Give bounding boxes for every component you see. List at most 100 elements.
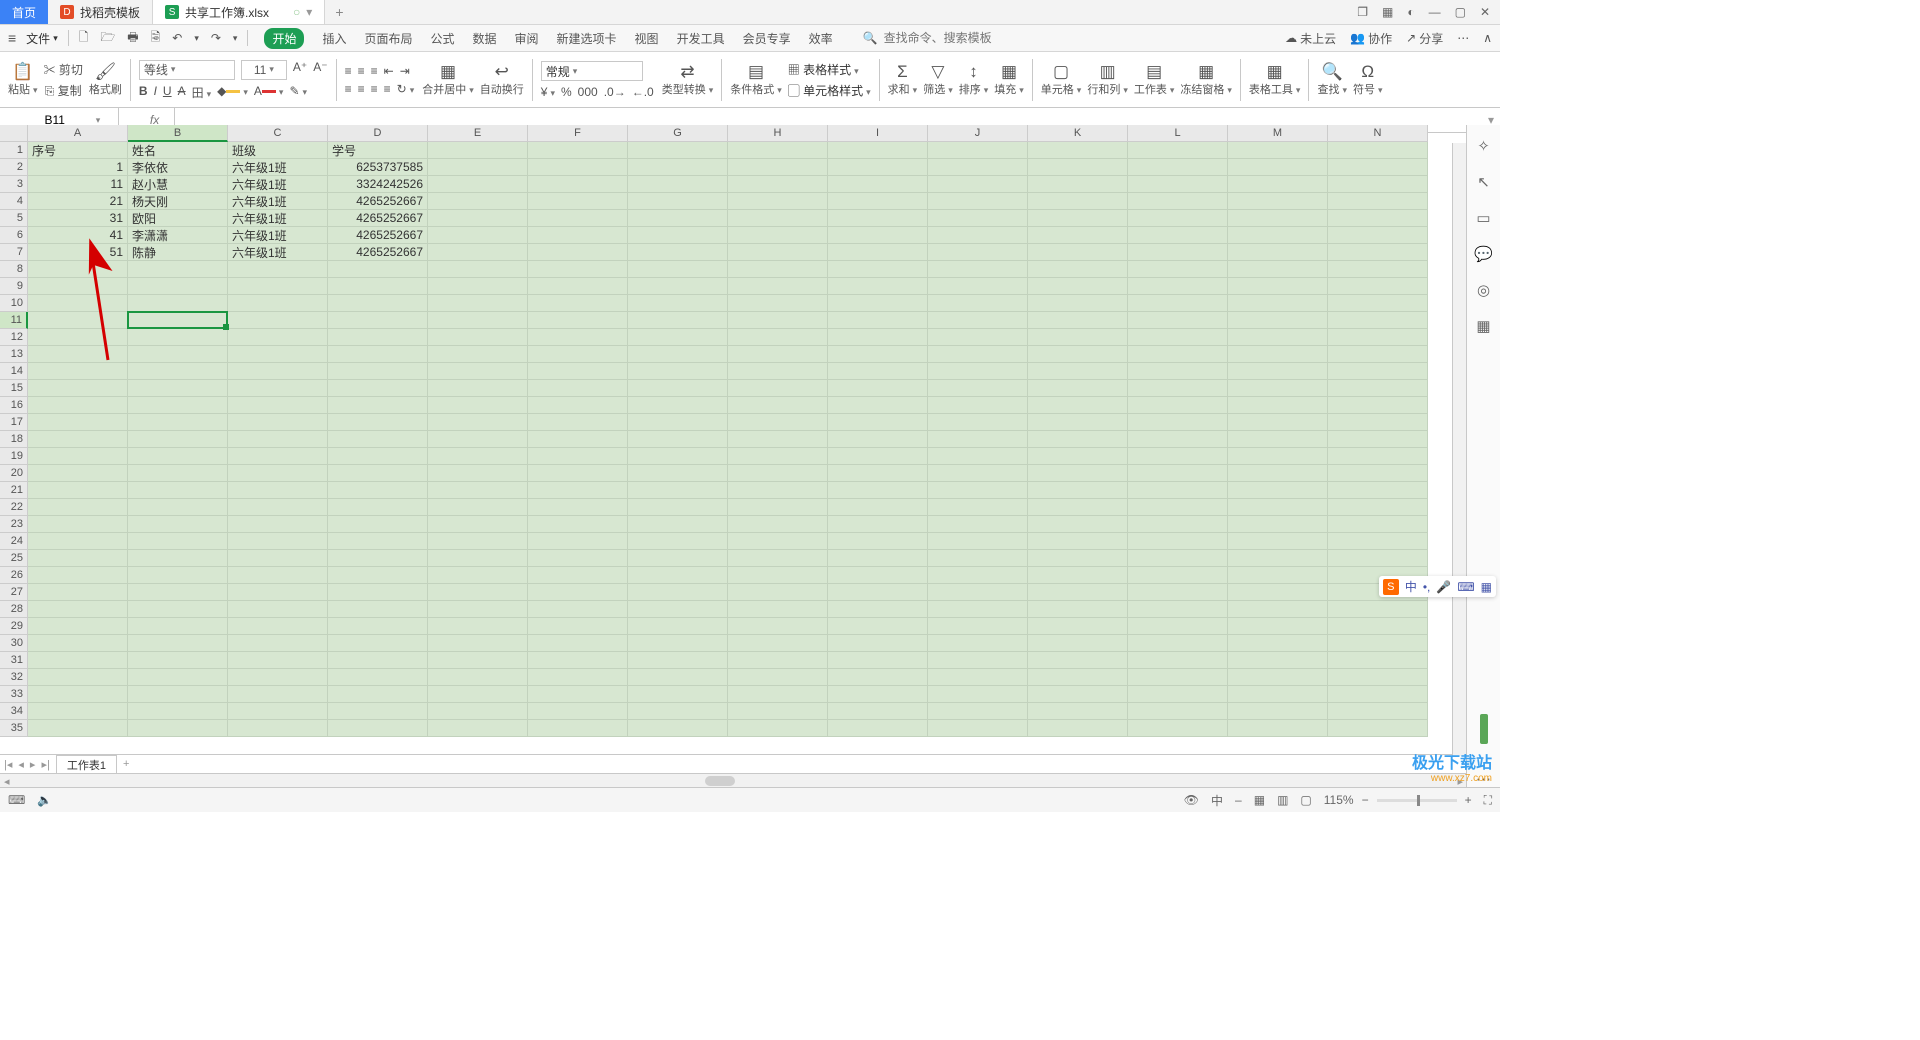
cell[interactable] [128, 482, 228, 499]
cell[interactable] [1128, 550, 1228, 567]
cell[interactable] [928, 227, 1028, 244]
cell[interactable] [1328, 278, 1428, 295]
row-header[interactable]: 20 [0, 465, 28, 482]
cell[interactable] [1228, 380, 1328, 397]
cell[interactable] [1328, 516, 1428, 533]
cell[interactable] [828, 482, 928, 499]
cell[interactable] [1328, 499, 1428, 516]
cell[interactable] [528, 482, 628, 499]
cell[interactable] [528, 295, 628, 312]
align-bot-button[interactable]: ≡ [371, 64, 378, 78]
cell[interactable] [328, 414, 428, 431]
cell[interactable] [928, 550, 1028, 567]
cell[interactable] [728, 448, 828, 465]
cell[interactable] [628, 652, 728, 669]
cell[interactable] [828, 193, 928, 210]
cell[interactable] [828, 465, 928, 482]
cell[interactable] [1328, 669, 1428, 686]
col-header[interactable]: A [28, 125, 128, 142]
ribbontab-layout[interactable]: 页面布局 [364, 30, 412, 47]
cell[interactable] [1028, 652, 1128, 669]
cell[interactable] [1328, 329, 1428, 346]
target-icon[interactable]: ◎ [1477, 281, 1490, 299]
cell[interactable] [28, 635, 128, 652]
cell[interactable] [1228, 312, 1328, 329]
cell[interactable] [328, 703, 428, 720]
cell[interactable]: 六年级1班 [228, 159, 328, 176]
cell[interactable] [1328, 720, 1428, 737]
cell[interactable] [528, 261, 628, 278]
layout-icon[interactable]: ▭ [1476, 209, 1490, 227]
cell[interactable] [828, 159, 928, 176]
cell[interactable] [1028, 142, 1128, 159]
cell[interactable] [628, 601, 728, 618]
file-menu[interactable]: 文件▾ [26, 30, 58, 47]
cell[interactable] [1028, 635, 1128, 652]
cell[interactable] [528, 533, 628, 550]
cell[interactable] [328, 720, 428, 737]
cell[interactable] [1328, 295, 1428, 312]
cell[interactable] [528, 244, 628, 261]
cell[interactable] [128, 431, 228, 448]
cell[interactable] [1328, 210, 1428, 227]
cell[interactable] [328, 312, 428, 329]
currency-button[interactable]: ¥ [541, 85, 555, 99]
cell[interactable] [228, 295, 328, 312]
cell[interactable] [1228, 244, 1328, 261]
cell[interactable] [928, 635, 1028, 652]
cell[interactable] [428, 380, 528, 397]
row-header[interactable]: 13 [0, 346, 28, 363]
cell[interactable] [428, 516, 528, 533]
cell[interactable] [228, 482, 328, 499]
cell[interactable] [728, 533, 828, 550]
cell[interactable] [928, 448, 1028, 465]
cell[interactable] [1028, 720, 1128, 737]
cell[interactable] [128, 295, 228, 312]
cell[interactable] [828, 720, 928, 737]
collapse-icon[interactable]: ∧ [1483, 31, 1492, 45]
cell[interactable] [528, 312, 628, 329]
cell[interactable] [528, 227, 628, 244]
cell[interactable] [828, 363, 928, 380]
row-header[interactable]: 9 [0, 278, 28, 295]
cell[interactable] [1028, 686, 1128, 703]
cell[interactable] [28, 414, 128, 431]
cell[interactable] [28, 533, 128, 550]
comma-button[interactable]: 000 [578, 85, 598, 99]
cell[interactable] [1328, 142, 1428, 159]
cell[interactable] [1028, 227, 1128, 244]
undo-button[interactable]: ↶ [172, 31, 182, 45]
cell[interactable] [728, 312, 828, 329]
cell[interactable] [28, 295, 128, 312]
cell[interactable] [428, 278, 528, 295]
cell[interactable] [1028, 414, 1128, 431]
cell[interactable] [1028, 431, 1128, 448]
cell[interactable] [28, 499, 128, 516]
cell[interactable] [828, 431, 928, 448]
ime-toolbar[interactable]: S 中 •, 🎤 ⌨ ▦ [1379, 576, 1496, 597]
cell[interactable] [1328, 533, 1428, 550]
cell[interactable] [928, 652, 1028, 669]
cell[interactable] [428, 346, 528, 363]
cell[interactable] [228, 261, 328, 278]
col-header[interactable]: J [928, 125, 1028, 142]
cell[interactable] [1128, 635, 1228, 652]
row-header[interactable]: 2 [0, 159, 28, 176]
format-painter-button[interactable]: 🖌格式刷 [89, 63, 122, 97]
cell[interactable] [28, 669, 128, 686]
cell[interactable] [1028, 516, 1128, 533]
cell[interactable] [828, 550, 928, 567]
cell[interactable] [128, 533, 228, 550]
cell[interactable] [728, 414, 828, 431]
cell[interactable] [28, 261, 128, 278]
row-header[interactable]: 21 [0, 482, 28, 499]
horizontal-scrollbar[interactable]: ◂ ▸ [0, 773, 1467, 788]
cell[interactable]: 4265252667 [328, 244, 428, 261]
cell[interactable] [28, 431, 128, 448]
cell[interactable] [828, 584, 928, 601]
cell[interactable] [1228, 159, 1328, 176]
cell[interactable] [528, 618, 628, 635]
cell[interactable] [1128, 261, 1228, 278]
view-page-icon[interactable]: ▥ [1277, 793, 1288, 807]
cell[interactable] [328, 635, 428, 652]
